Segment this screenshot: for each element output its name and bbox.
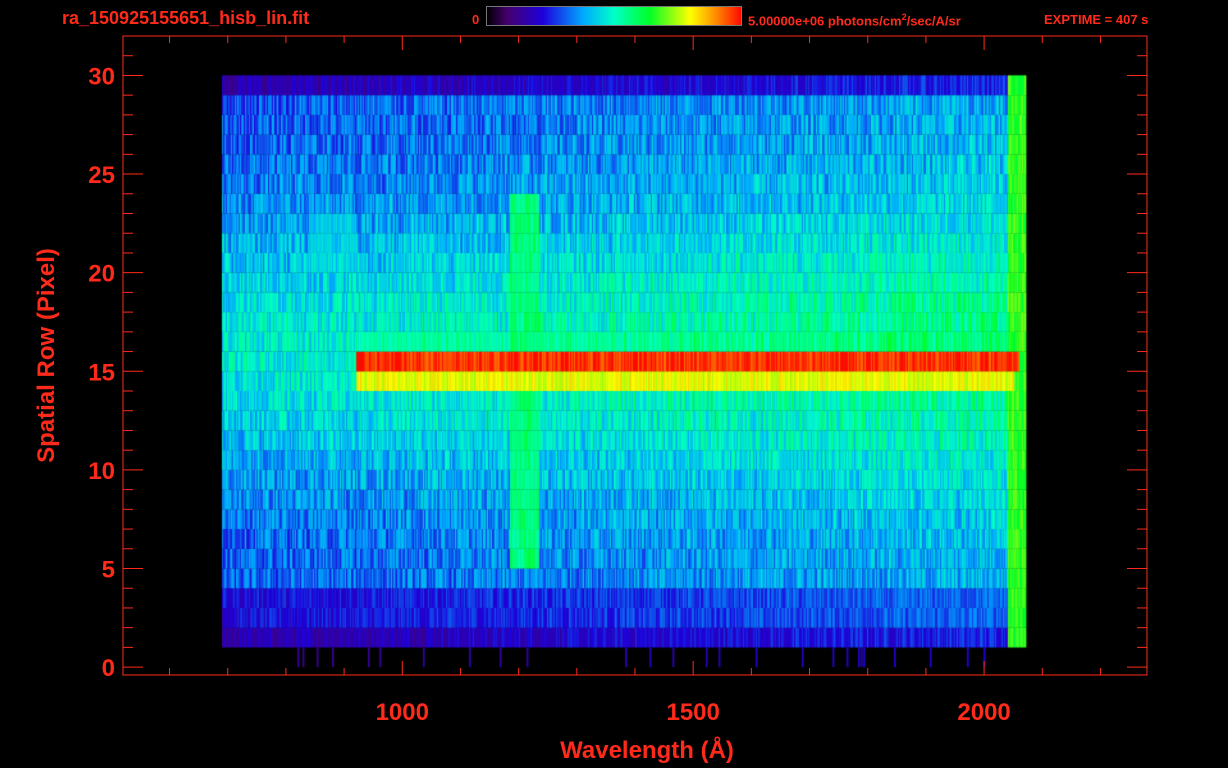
x-tick-label: 1000 bbox=[376, 699, 429, 726]
exposure-time: EXPTIME = 407 s bbox=[1044, 12, 1149, 27]
y-tick-label: 20 bbox=[88, 261, 115, 288]
plot-frame: 1000 1500 2000 0 5 10 15 20 25 30 Wavelength (Å) Sp… bbox=[33, 35, 1148, 764]
y-tick-label: 10 bbox=[88, 458, 115, 485]
colorbar-min-label: 0 bbox=[472, 12, 480, 27]
colorbar bbox=[486, 6, 742, 26]
y-tick-label: 5 bbox=[102, 557, 115, 584]
y-tick-label: 15 bbox=[88, 359, 115, 386]
y-tick-label: 25 bbox=[88, 162, 115, 189]
x-tick-label: 2000 bbox=[957, 699, 1010, 726]
x-axis-label: Wavelength (Å) bbox=[560, 736, 734, 764]
file-title: ra_150925155651_hisb_lin.fit bbox=[62, 8, 310, 28]
y-axis-label: Spatial Row (Pixel) bbox=[33, 248, 60, 463]
plot-border bbox=[122, 35, 1148, 676]
y-tick-label: 0 bbox=[102, 655, 115, 682]
x-tick-label: 1500 bbox=[666, 699, 719, 726]
y-tick-label: 30 bbox=[88, 63, 115, 90]
colorbar-max-label: 5.00000e+06 photons/cm2/sec/A/sr bbox=[748, 12, 961, 29]
